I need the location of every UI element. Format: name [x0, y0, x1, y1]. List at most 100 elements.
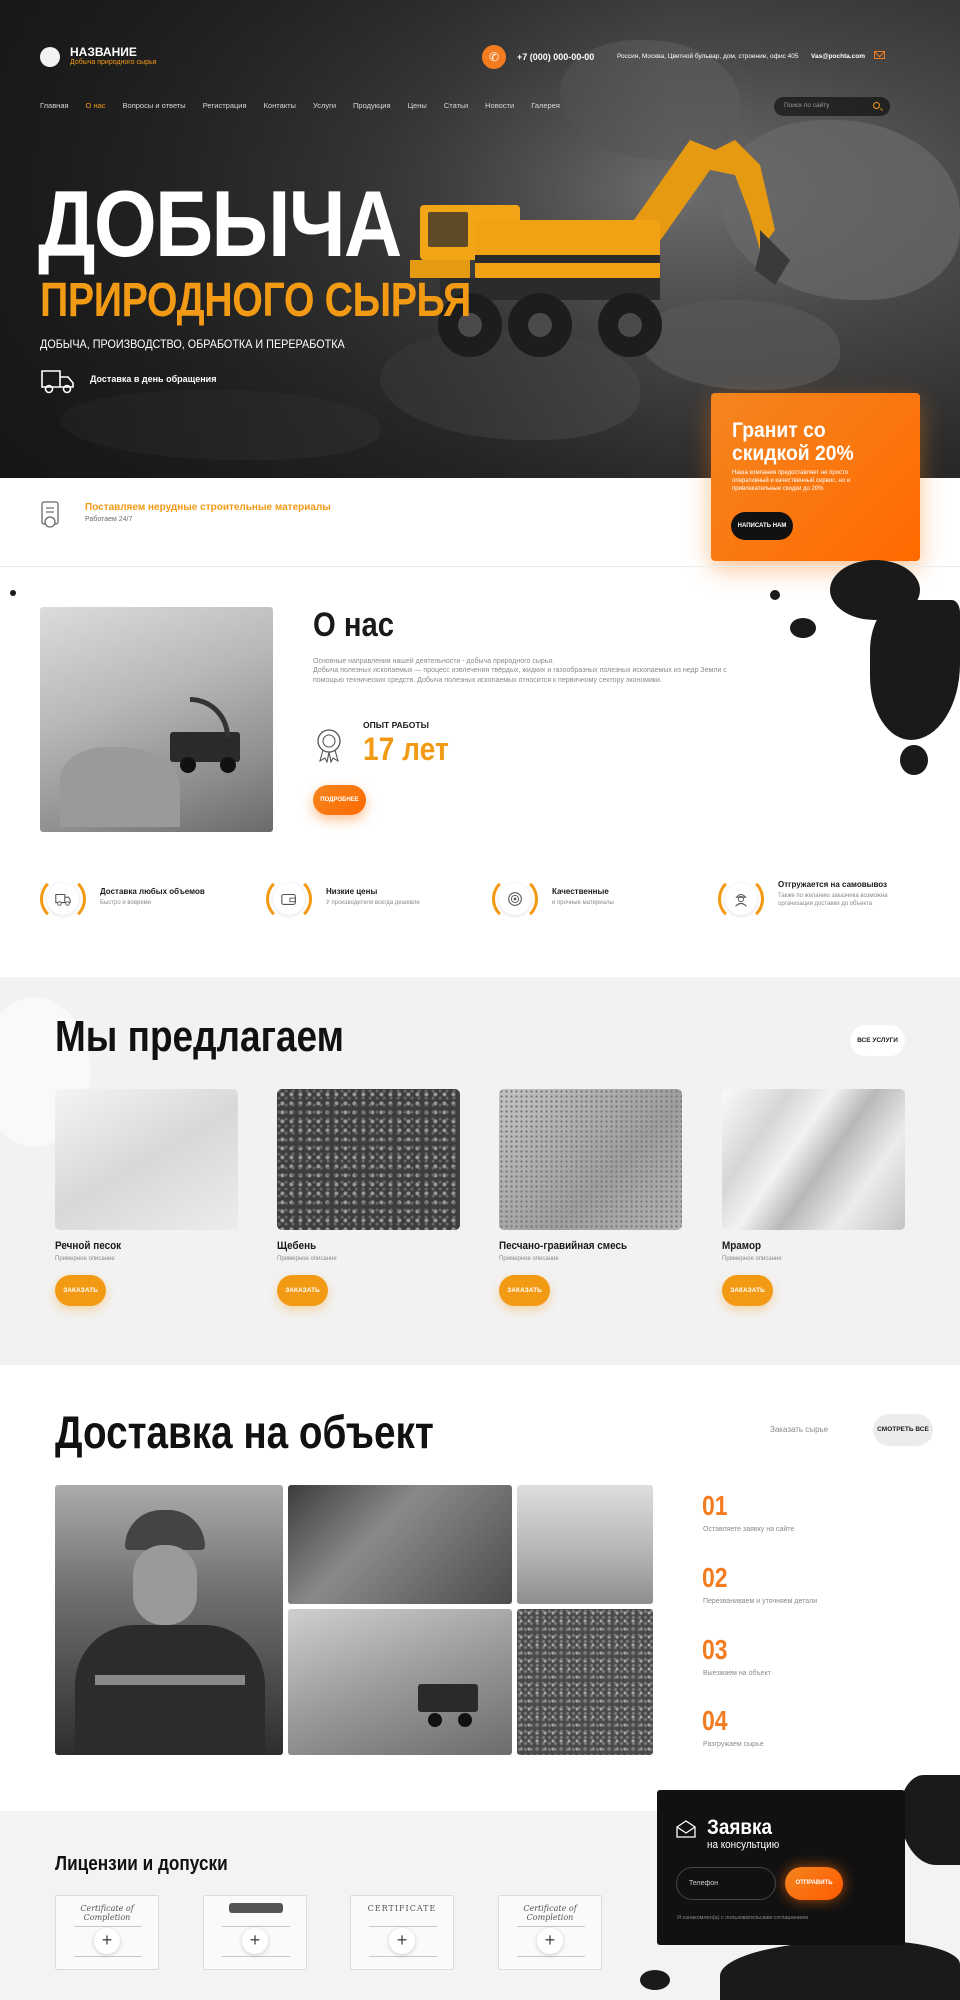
feature-title: Доставка любых объемов — [100, 887, 205, 896]
submit-button[interactable]: ОТПРАВИТЬ — [785, 1867, 843, 1900]
zoom-plus-icon[interactable]: + — [389, 1928, 415, 1954]
gallery-image-miner[interactable] — [55, 1485, 283, 1755]
step-text: Оставляете заявку на сайте — [703, 1526, 795, 1533]
product-image[interactable] — [722, 1089, 905, 1230]
feature-title: Отгружается на самовывоз — [778, 880, 888, 889]
about-text-line2: Добыча полезных ископаемых — процесс изв… — [313, 667, 727, 684]
feature-subtitle: У производителя всегда дешевле — [326, 900, 420, 906]
product-desc: Примерное описание — [55, 1256, 115, 1262]
order-button[interactable]: ЗАКАЗАТЬ — [277, 1275, 328, 1306]
order-button[interactable]: ЗАКАЗАТЬ — [499, 1275, 550, 1306]
certificate-card[interactable]: Certificate of Completion + — [498, 1895, 602, 1970]
gallery-image-rock[interactable] — [288, 1485, 512, 1604]
product-name[interactable]: Щебень — [277, 1240, 316, 1252]
decor-splatter — [790, 618, 816, 638]
phone-icon[interactable]: ✆ — [482, 45, 506, 69]
mail-icon[interactable] — [874, 51, 885, 59]
product-image[interactable] — [499, 1089, 682, 1230]
phone-number[interactable]: +7 (000) 000-00-00 — [517, 52, 594, 62]
nav-item-registration[interactable]: Регистрация — [203, 101, 247, 110]
step-number: 01 — [702, 1490, 728, 1521]
feature-quality: Качественные и прочные материалы — [492, 876, 692, 922]
logo-icon[interactable] — [40, 47, 60, 67]
feature-prices: Низкие цены У производителя всегда дешев… — [266, 876, 466, 922]
product-name[interactable]: Мрамор — [722, 1240, 761, 1252]
certificate-card[interactable]: Certificate of Completion + — [55, 1895, 159, 1970]
main-nav: Главная О нас Вопросы и ответы Регистрац… — [40, 101, 577, 110]
nav-item-prices[interactable]: Цены — [408, 101, 427, 110]
feature-subtitle: Быстро и вовремя — [100, 900, 152, 906]
nav-item-faq[interactable]: Вопросы и ответы — [123, 101, 186, 110]
write-us-button[interactable]: НАПИСАТЬ НАМ — [731, 512, 793, 540]
strip-subtitle: Работаем 24/7 — [85, 516, 133, 523]
feature-pickup: Отгружается на самовывоз Также по желани… — [718, 876, 918, 922]
all-services-button[interactable]: ВСЕ УСЛУГИ — [850, 1025, 905, 1056]
decor-splatter — [900, 745, 928, 775]
gallery-image-gravel[interactable] — [517, 1609, 653, 1755]
decor-splatter — [870, 600, 960, 740]
zoom-plus-icon[interactable]: + — [242, 1928, 268, 1954]
product-card: Речной песок Примерное описание ЗАКАЗАТЬ — [55, 1089, 238, 1306]
nav-item-news[interactable]: Новости — [485, 101, 514, 110]
gallery-image-excavator[interactable] — [288, 1609, 512, 1755]
nav-item-services[interactable]: Услуги — [313, 101, 336, 110]
feature-title: Качественные — [552, 887, 609, 896]
nav-item-home[interactable]: Главная — [40, 101, 69, 110]
decor-splatter — [640, 1970, 670, 1990]
truck-icon — [41, 370, 74, 394]
phone-field[interactable] — [676, 1867, 776, 1900]
target-icon — [499, 883, 531, 915]
strip-title: Поставляем нерудные строительные материа… — [85, 502, 331, 513]
product-image[interactable] — [55, 1089, 238, 1230]
agreement-note: Я ознакомлен(а) с пользовательским согла… — [677, 1915, 808, 1921]
product-card: Песчано-гравийная смесь Примерное описан… — [499, 1089, 682, 1306]
truck-icon — [47, 883, 79, 915]
certificate-heading: Certificate of Completion — [80, 1904, 134, 1922]
more-button[interactable]: ПОДРОБНЕЕ — [313, 785, 366, 815]
nav-item-products[interactable]: Продукция — [353, 101, 391, 110]
step-text: Перезваниваем и уточняем детали — [703, 1598, 818, 1605]
excavator-image — [410, 140, 790, 357]
certificate-heading: Certificate of Completion — [523, 1904, 577, 1922]
order-raw-link[interactable]: Заказать сырье — [770, 1425, 828, 1434]
certificate-heading: CERTIFICATE — [367, 1904, 437, 1913]
nav-item-gallery[interactable]: Галерея — [531, 101, 560, 110]
feature-title: Низкие цены — [326, 887, 378, 896]
zoom-plus-icon[interactable]: + — [94, 1928, 120, 1954]
nav-item-contacts[interactable]: Контакты — [264, 101, 296, 110]
step-text: Разгружаем сырье — [703, 1741, 764, 1748]
hero-title-line2: ПРИРОДНОГО СЫРЬЯ — [40, 274, 471, 327]
envelope-icon — [676, 1820, 696, 1838]
about-text-line1: Основные направления нашей деятельности … — [313, 658, 555, 665]
product-desc: Примерное описание — [277, 1256, 337, 1262]
form-title: Заявка — [707, 1816, 772, 1839]
product-desc: Примерное описание — [722, 1256, 782, 1262]
product-card: Мрамор Примерное описание ЗАКАЗАТЬ — [722, 1089, 905, 1306]
product-name[interactable]: Речной песок — [55, 1240, 121, 1252]
order-button[interactable]: ЗАКАЗАТЬ — [722, 1275, 773, 1306]
order-button[interactable]: ЗАКАЗАТЬ — [55, 1275, 106, 1306]
hero-title-line1: ДОБЫЧА — [38, 171, 402, 276]
feature-subtitle: и прочные материалы — [552, 900, 614, 906]
document-icon — [41, 501, 59, 528]
offer-title: Мы предлагаем — [55, 1012, 344, 1061]
product-name[interactable]: Песчано-гравийная смесь — [499, 1240, 627, 1252]
promo-text: Наша компания предоставляет не просто оп… — [732, 470, 851, 493]
search-icon[interactable] — [873, 102, 880, 109]
address: Россия, Москва, Цветной бульвар, дом, ст… — [617, 53, 799, 60]
hero-delivery-text: Доставка в день обращения — [90, 374, 217, 384]
nav-item-about[interactable]: О нас — [86, 101, 106, 110]
step-number: 03 — [702, 1634, 728, 1665]
certificate-card[interactable]: CERTIFICATE + — [350, 1895, 454, 1970]
section-divider — [0, 566, 960, 567]
gallery-image-quarry[interactable] — [517, 1485, 653, 1604]
form-subtitle: на консультцию — [707, 1839, 780, 1851]
logo-name[interactable]: НАЗВАНИЕ — [70, 45, 137, 59]
view-all-button[interactable]: СМОТРЕТЬ ВСЕ — [873, 1414, 933, 1446]
product-image[interactable] — [277, 1089, 460, 1230]
about-text: Основные направления нашей деятельности … — [313, 657, 753, 685]
email-link[interactable]: Vas@pochta.com — [811, 53, 865, 60]
zoom-plus-icon[interactable]: + — [537, 1928, 563, 1954]
nav-item-articles[interactable]: Статьи — [444, 101, 468, 110]
certificate-card[interactable]: + — [203, 1895, 307, 1970]
